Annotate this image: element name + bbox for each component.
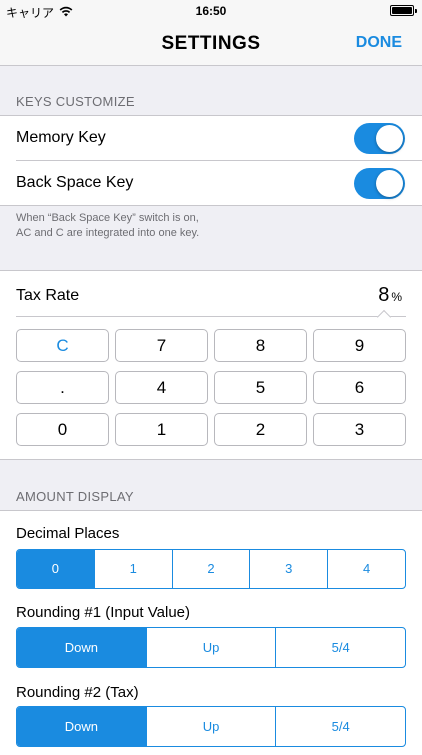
status-time: 16:50 bbox=[195, 4, 227, 18]
rounding-1-option-up[interactable]: Up bbox=[147, 628, 277, 667]
key-7[interactable]: 7 bbox=[115, 329, 208, 362]
nav-bar: SETTINGS DONE bbox=[0, 22, 422, 66]
section-header-amount-display: AMOUNT DISPLAY bbox=[16, 489, 134, 504]
status-bar: キャリア 16:50 bbox=[0, 0, 422, 22]
key-decimal-point[interactable]: . bbox=[16, 371, 109, 404]
memory-key-switch[interactable] bbox=[354, 123, 405, 154]
rounding-1-label: Rounding #1 (Input Value) bbox=[16, 604, 191, 621]
key-3[interactable]: 3 bbox=[313, 413, 406, 446]
decimal-places-option-3[interactable]: 3 bbox=[250, 550, 329, 588]
back-space-key-switch[interactable] bbox=[354, 168, 405, 199]
rounding-1-option-down[interactable]: Down bbox=[17, 628, 147, 667]
back-space-key-row: Back Space Key bbox=[16, 161, 422, 205]
key-8[interactable]: 8 bbox=[214, 329, 307, 362]
key-9[interactable]: 9 bbox=[313, 329, 406, 362]
back-space-key-label: Back Space Key bbox=[16, 174, 134, 191]
decimal-places-control: 0 1 2 3 4 bbox=[16, 549, 406, 589]
tax-rate-group: Tax Rate 8% C 7 8 9 . 4 5 6 0 1 2 3 bbox=[0, 270, 422, 460]
rounding-1-control: Down Up 5/4 bbox=[16, 627, 406, 668]
tax-rate-underline bbox=[16, 316, 406, 317]
footnote-line-1: When “Back Space Key” switch is on, bbox=[16, 212, 199, 224]
battery-icon bbox=[390, 5, 417, 16]
decimal-places-option-4[interactable]: 4 bbox=[328, 550, 405, 588]
key-clear[interactable]: C bbox=[16, 329, 109, 362]
key-2[interactable]: 2 bbox=[214, 413, 307, 446]
tax-rate-label: Tax Rate bbox=[16, 287, 80, 304]
key-6[interactable]: 6 bbox=[313, 371, 406, 404]
key-5[interactable]: 5 bbox=[214, 371, 307, 404]
tax-rate-number: 8 bbox=[378, 284, 390, 306]
decimal-places-option-2[interactable]: 2 bbox=[173, 550, 251, 588]
memory-key-row: Memory Key bbox=[16, 116, 422, 160]
footnote-line-2: AC and C are integrated into one key. bbox=[16, 227, 200, 239]
tax-caret-icon bbox=[376, 309, 392, 325]
keys-customize-group: Memory Key Back Space Key bbox=[0, 115, 422, 206]
rounding-1-option-half-up[interactable]: 5/4 bbox=[276, 628, 405, 667]
rounding-2-option-up[interactable]: Up bbox=[147, 707, 277, 746]
key-0[interactable]: 0 bbox=[16, 413, 109, 446]
rounding-2-label: Rounding #2 (Tax) bbox=[16, 684, 139, 701]
tax-keypad: C 7 8 9 . 4 5 6 0 1 2 3 bbox=[16, 329, 406, 447]
tax-rate-unit: % bbox=[391, 290, 402, 304]
memory-key-label: Memory Key bbox=[16, 129, 106, 146]
rounding-2-option-half-up[interactable]: 5/4 bbox=[276, 707, 405, 746]
key-1[interactable]: 1 bbox=[115, 413, 208, 446]
section-header-keys-customize: KEYS CUSTOMIZE bbox=[16, 94, 135, 109]
amount-display-group: Decimal Places 0 1 2 3 4 Rounding #1 (In… bbox=[0, 510, 422, 755]
decimal-places-label: Decimal Places bbox=[16, 525, 120, 542]
decimal-places-option-1[interactable]: 1 bbox=[95, 550, 173, 588]
back-space-footnote: When “Back Space Key” switch is on, AC a… bbox=[16, 211, 396, 241]
decimal-places-option-0[interactable]: 0 bbox=[17, 550, 95, 588]
tax-rate-value: 8% bbox=[378, 284, 402, 307]
key-4[interactable]: 4 bbox=[115, 371, 208, 404]
switch-knob bbox=[376, 125, 403, 152]
rounding-2-control: Down Up 5/4 bbox=[16, 706, 406, 747]
rounding-2-option-down[interactable]: Down bbox=[17, 707, 147, 746]
switch-knob bbox=[376, 170, 403, 197]
done-button[interactable]: DONE bbox=[356, 34, 402, 52]
